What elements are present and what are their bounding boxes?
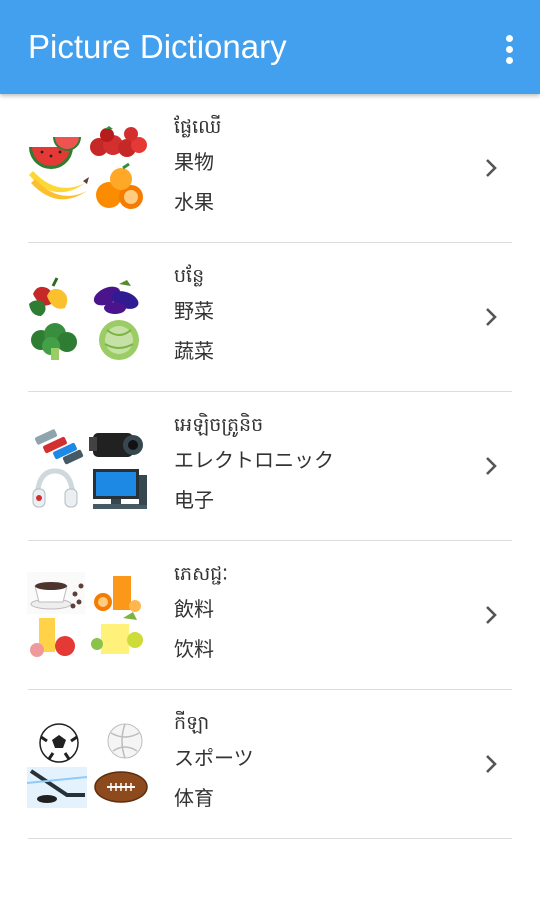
chevron-right-icon: [486, 308, 497, 326]
divider: [28, 838, 512, 839]
vegetables-image: [27, 274, 149, 361]
electronics-image: [27, 423, 149, 510]
khmer-label: កីឡា: [174, 712, 210, 734]
chevron-right-icon: [486, 755, 497, 773]
khmer-label: អេឡិចត្រូនិច: [174, 414, 264, 436]
chevron-right-icon: [486, 606, 497, 624]
chinese-label: 蔬菜: [174, 339, 214, 363]
app-title: Picture Dictionary: [28, 28, 287, 65]
japanese-label: 野菜: [174, 299, 214, 323]
japanese-label: スポーツ: [174, 746, 254, 770]
category-item-beverages[interactable]: ភេសជ្ជៈ 飲料 饮料: [0, 541, 540, 690]
category-list: ផ្លែឈើ 果物 水果 បន្លែ 野菜 蔬菜 អេឡិចត្រូនិច エレ…: [0, 94, 540, 839]
khmer-label: បន្លែ: [174, 265, 205, 287]
more-vertical-icon[interactable]: [494, 27, 526, 71]
chinese-label: 电子: [174, 488, 214, 512]
app-bar: Picture Dictionary: [0, 0, 540, 94]
japanese-label: エレクトロニック: [174, 448, 334, 472]
chinese-label: 水果: [174, 190, 214, 214]
chevron-right-icon: [486, 457, 497, 475]
khmer-label: ផ្លែឈើ: [174, 116, 222, 138]
khmer-label: ភេសជ្ជៈ: [174, 563, 229, 585]
chevron-right-icon: [486, 159, 497, 177]
fruits-image: [27, 125, 149, 212]
category-item-sports[interactable]: កីឡា スポーツ 体育: [0, 690, 540, 839]
chinese-label: 体育: [174, 786, 214, 810]
beverages-image: [27, 572, 149, 659]
chinese-label: 饮料: [174, 637, 214, 661]
japanese-label: 飲料: [174, 597, 214, 621]
category-item-electronics[interactable]: អេឡិចត្រូនិច エレクトロニック 电子: [0, 392, 540, 541]
japanese-label: 果物: [174, 150, 214, 174]
category-item-vegetables[interactable]: បន្លែ 野菜 蔬菜: [0, 243, 540, 392]
category-item-fruits[interactable]: ផ្លែឈើ 果物 水果: [0, 94, 540, 243]
sports-image: [27, 721, 149, 808]
